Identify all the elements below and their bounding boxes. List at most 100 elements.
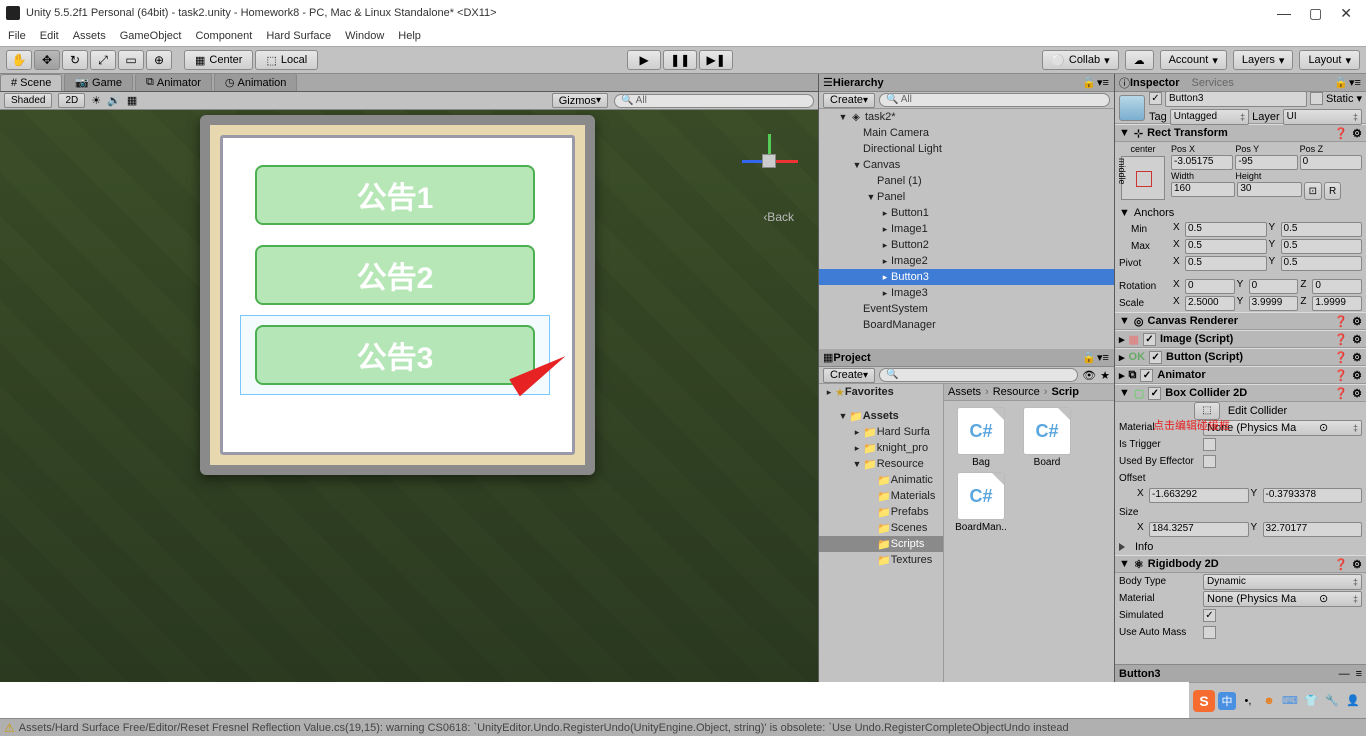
rotate-tool-icon[interactable]: ↻ <box>62 50 88 70</box>
project-tree-item[interactable]: 📁 Scripts <box>819 536 943 552</box>
menu-assets[interactable]: Assets <box>73 30 106 42</box>
size-x[interactable]: 184.3257 <box>1149 522 1249 537</box>
height-field[interactable]: 30 <box>1237 182 1301 197</box>
ime-emoji-icon[interactable]: ☻ <box>1260 692 1278 710</box>
pivot-x[interactable]: 0.5 <box>1185 256 1267 271</box>
comp-image[interactable]: ▸▦✓Image (Script)❓⚙ <box>1115 330 1366 348</box>
active-checkbox[interactable]: ✓ <box>1149 92 1162 105</box>
gameobject-name-field[interactable]: Button3 <box>1165 92 1307 107</box>
blueprint-button[interactable]: ⊡ <box>1304 182 1322 200</box>
play-button[interactable]: ▶ <box>627 50 661 70</box>
offset-x[interactable]: -1.663292 <box>1149 488 1249 503</box>
tab-animator[interactable]: ⧉Animator <box>135 73 212 91</box>
layers-dropdown[interactable]: Layers▾ <box>1233 50 1294 70</box>
filter-icon[interactable]: 👁 <box>1082 369 1096 382</box>
filter-star-icon[interactable]: ★ <box>1100 369 1110 382</box>
size-y[interactable]: 32.70177 <box>1263 522 1363 537</box>
announce-button-1[interactable]: 公告1 <box>255 165 535 225</box>
hierarchy-item[interactable]: ▸Button3 <box>819 269 1114 285</box>
project-tree-item[interactable]: ▸📁 Hard Surfa <box>819 424 943 440</box>
hierarchy-item[interactable]: Panel (1) <box>819 173 1114 189</box>
project-breadcrumb[interactable]: Assets› Resource› Scrip <box>944 384 1114 401</box>
panel-menu-icon[interactable]: ▾≡ <box>1096 76 1110 89</box>
project-file-item[interactable]: C#BoardMan.. <box>950 472 1012 533</box>
maximize-icon[interactable]: ▢ <box>1309 5 1322 22</box>
rot-x[interactable]: 0 <box>1185 279 1235 294</box>
move-tool-icon[interactable]: ✥ <box>34 50 60 70</box>
project-tree-item[interactable]: 📁 Scenes <box>819 520 943 536</box>
bodytype-dropdown[interactable]: Dynamic <box>1203 574 1362 590</box>
hierarchy-tree[interactable]: ▼◈task2*Main CameraDirectional Light▼Can… <box>819 109 1114 349</box>
rot-y[interactable]: 0 <box>1249 279 1299 294</box>
rot-z[interactable]: 0 <box>1312 279 1362 294</box>
rect-tool-icon[interactable]: ▭ <box>118 50 144 70</box>
hierarchy-create-dropdown[interactable]: Create ▾ <box>823 93 875 108</box>
comp-canvas-renderer[interactable]: ▼◎Canvas Renderer❓⚙ <box>1115 312 1366 330</box>
menu-help[interactable]: Help <box>398 30 421 42</box>
project-file-grid[interactable]: C#BagC#BoardC#BoardMan.. <box>944 401 1114 682</box>
anchor-maxx[interactable]: 0.5 <box>1185 239 1267 254</box>
rb-material-field[interactable]: None (Physics Ma⊙ <box>1203 591 1362 607</box>
posy-field[interactable]: -95 <box>1235 155 1297 170</box>
fx-icon[interactable]: ▦ <box>127 94 137 107</box>
ime-user-icon[interactable]: 👤 <box>1344 692 1362 710</box>
project-tree-item[interactable]: 📁 Materials <box>819 488 943 504</box>
hierarchy-search[interactable]: 🔍 All <box>879 93 1110 107</box>
tag-dropdown[interactable]: Untagged <box>1170 109 1249 125</box>
minimize-icon[interactable]: — <box>1277 5 1291 22</box>
tab-animation[interactable]: ◷Animation <box>214 73 298 91</box>
hierarchy-item[interactable]: BoardManager <box>819 317 1114 333</box>
menu-hardsurface[interactable]: Hard Surface <box>266 30 331 42</box>
close-icon[interactable]: ✕ <box>1340 5 1352 22</box>
panel-lock-icon[interactable]: 🔒 <box>1082 351 1096 364</box>
anchor-miny[interactable]: 0.5 <box>1281 222 1363 237</box>
ime-punct-icon[interactable]: •, <box>1239 692 1257 710</box>
panel-menu-icon[interactable]: ▾≡ <box>1348 76 1362 89</box>
ime-skin-icon[interactable]: 👕 <box>1302 692 1320 710</box>
raw-edit-button[interactable]: R <box>1324 182 1341 200</box>
scale-z[interactable]: 1.9999 <box>1312 296 1362 311</box>
cloud-button[interactable]: ☁ <box>1125 50 1154 70</box>
project-tree-item[interactable]: ▼📁 Assets <box>819 408 943 424</box>
hierarchy-item[interactable]: Directional Light <box>819 141 1114 157</box>
light-icon[interactable]: ☀ <box>91 94 101 107</box>
hierarchy-item[interactable]: ▸Button2 <box>819 237 1114 253</box>
project-tree-item[interactable]: 📁 Textures <box>819 552 943 568</box>
tab-game[interactable]: 📷Game <box>64 73 133 91</box>
anchor-maxy[interactable]: 0.5 <box>1281 239 1363 254</box>
project-file-item[interactable]: C#Board <box>1016 407 1078 468</box>
2d-toggle[interactable]: 2D <box>58 93 85 108</box>
project-tree-item[interactable]: 📁 Prefabs <box>819 504 943 520</box>
ime-lang-icon[interactable]: 中 <box>1218 692 1236 710</box>
project-file-item[interactable]: C#Bag <box>950 407 1012 468</box>
inspector-title[interactable]: Inspector <box>1130 77 1180 89</box>
scene-view[interactable]: 公告1 公告2 公告3 ‹Back <box>0 110 818 682</box>
hierarchy-item[interactable]: ▸Image1 <box>819 221 1114 237</box>
layout-dropdown[interactable]: Layout▾ <box>1299 50 1360 70</box>
menu-edit[interactable]: Edit <box>40 30 59 42</box>
panel-lock-icon[interactable]: 🔒 <box>1334 76 1348 89</box>
project-tree[interactable]: ▸★ Favorites ▼📁 Assets▸📁 Hard Surfa▸📁 kn… <box>819 384 944 682</box>
shading-mode-dropdown[interactable]: Shaded <box>4 93 52 108</box>
menu-file[interactable]: File <box>8 30 26 42</box>
project-create-dropdown[interactable]: Create ▾ <box>823 368 875 383</box>
posx-field[interactable]: -3.05175 <box>1171 155 1233 170</box>
comp-animator[interactable]: ▸⧉✓Animator❓⚙ <box>1115 366 1366 384</box>
account-dropdown[interactable]: Account▾ <box>1160 50 1227 70</box>
gizmos-dropdown[interactable]: Gizmos ▾ <box>552 93 608 108</box>
static-checkbox[interactable] <box>1310 92 1323 105</box>
project-tree-item[interactable]: ▸📁 knight_pro <box>819 440 943 456</box>
panel-lock-icon[interactable]: 🔒 <box>1082 76 1096 89</box>
hierarchy-item[interactable]: ▼◈task2* <box>819 109 1114 125</box>
scale-x[interactable]: 2.5000 <box>1185 296 1235 311</box>
announce-button-2[interactable]: 公告2 <box>255 245 535 305</box>
pivot-center-toggle[interactable]: ▦Center <box>184 50 253 70</box>
comp-rect-transform[interactable]: ▼⊹Rect Transform ❓ ⚙ <box>1115 124 1366 142</box>
tab-scene[interactable]: #Scene <box>0 74 62 91</box>
sogou-icon[interactable]: S <box>1193 690 1215 712</box>
menu-window[interactable]: Window <box>345 30 384 42</box>
menu-component[interactable]: Component <box>195 30 252 42</box>
gameobject-icon[interactable] <box>1119 95 1145 121</box>
hierarchy-item[interactable]: ▼Panel <box>819 189 1114 205</box>
hierarchy-item[interactable]: EventSystem <box>819 301 1114 317</box>
